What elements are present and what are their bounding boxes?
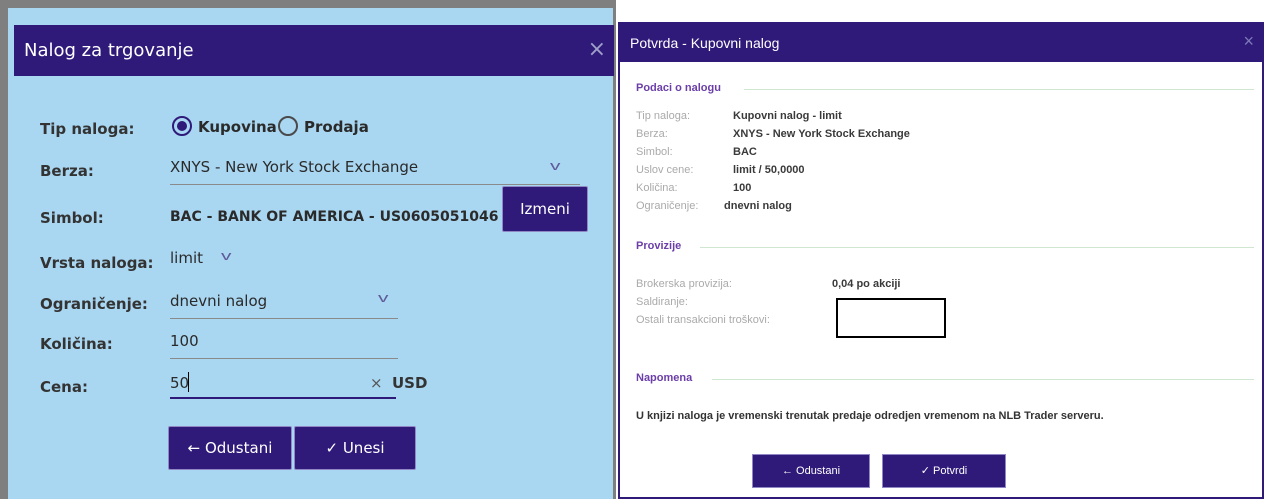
confirm-cancel-label: Odustani xyxy=(796,465,841,477)
order-info-value: XNYS - New York Stock Exchange xyxy=(733,128,910,140)
order-info-label: Simbol: xyxy=(636,146,673,158)
close-icon[interactable]: × xyxy=(588,37,606,62)
confirm-button-label: Potvrdi xyxy=(933,465,968,477)
order-kind-label: Vrsta naloga: xyxy=(40,254,154,272)
section-divider xyxy=(700,247,1254,248)
order-info-label: Uslov cene: xyxy=(636,164,694,176)
chevron-down-icon: v xyxy=(550,158,561,173)
order-info-heading: Podaci o nalogu xyxy=(636,82,721,94)
change-symbol-button[interactable]: Izmeni xyxy=(502,186,588,232)
radio-buy-label[interactable]: Kupovina xyxy=(198,118,277,136)
arrow-left-icon: ← xyxy=(187,439,201,457)
quantity-underline xyxy=(170,358,398,359)
confirm-button[interactable]: ✓ Potvrdi xyxy=(882,454,1006,488)
order-dialog-title: Nalog za trgovanje xyxy=(24,40,194,61)
confirm-dialog: Potvrda - Kupovni nalog × Podaci o nalog… xyxy=(618,22,1264,499)
price-underline xyxy=(170,397,396,399)
exchange-label: Berza: xyxy=(40,162,94,180)
confirm-dialog-title: Potvrda - Kupovni nalog xyxy=(630,35,780,51)
cancel-button-label: Odustani xyxy=(204,439,273,457)
order-info-value: BAC xyxy=(733,146,757,158)
radio-sell[interactable] xyxy=(278,116,298,136)
symbol-value: BAC - BANK OF AMERICA - US0605051046 xyxy=(170,209,499,225)
price-value: 50 xyxy=(170,374,190,392)
section-divider xyxy=(712,379,1254,380)
commission-label: Ostali transakcioni troškovi: xyxy=(636,314,770,326)
order-info-label: Berza: xyxy=(636,128,668,140)
commission-heading: Provizije xyxy=(636,240,682,252)
confirm-dialog-title-bar: Potvrda - Kupovni nalog × xyxy=(620,24,1262,62)
currency-label: USD xyxy=(392,374,428,392)
chevron-down-icon: v xyxy=(221,248,232,263)
arrow-left-icon: ← xyxy=(781,465,793,477)
restriction-value: dnevni nalog xyxy=(170,292,268,310)
redaction-box xyxy=(836,298,946,338)
submit-button[interactable]: ✓ Unesi xyxy=(294,426,416,470)
chevron-down-icon: v xyxy=(378,290,389,305)
exchange-value: XNYS - New York Stock Exchange xyxy=(170,158,419,176)
order-info-value: limit / 50,0000 xyxy=(733,164,805,176)
confirm-cancel-button[interactable]: ← Odustani xyxy=(752,454,870,488)
clear-icon[interactable]: × xyxy=(370,374,383,392)
checkmark-icon: ✓ xyxy=(325,439,339,457)
order-kind-value: limit xyxy=(170,249,203,267)
order-info-value: 100 xyxy=(733,182,752,194)
note-text: U knjizi naloga je vremenski trenutak pr… xyxy=(636,410,1104,422)
symbol-label: Simbol: xyxy=(40,209,104,227)
quantity-label: Količina: xyxy=(40,335,113,353)
order-info-value: Kupovni nalog - limit xyxy=(733,110,842,122)
cancel-button[interactable]: ← Odustani xyxy=(168,426,292,470)
order-dialog-title-bar: Nalog za trgovanje × xyxy=(14,25,614,76)
commission-value: 0,04 po akciji xyxy=(832,278,901,290)
exchange-underline xyxy=(170,184,580,185)
price-label: Cena: xyxy=(40,378,88,396)
order-type-label: Tip naloga: xyxy=(40,120,135,138)
order-info-label: Ograničenje: xyxy=(636,200,699,212)
order-dialog: Nalog za trgovanje × Tip naloga: Kupovin… xyxy=(0,0,616,499)
section-divider xyxy=(744,89,1254,90)
radio-sell-label[interactable]: Prodaja xyxy=(304,118,369,136)
restriction-label: Ograničenje: xyxy=(40,295,148,313)
radio-buy[interactable] xyxy=(172,116,192,136)
commission-label: Saldiranje: xyxy=(636,296,688,308)
checkmark-icon: ✓ xyxy=(920,465,930,477)
close-icon[interactable]: × xyxy=(1243,31,1254,52)
commission-label: Brokerska provizija: xyxy=(636,278,732,290)
order-info-label: Količina: xyxy=(636,182,678,194)
restriction-underline xyxy=(170,318,398,319)
submit-button-label: Unesi xyxy=(342,439,385,457)
order-info-value: dnevni nalog xyxy=(724,200,792,212)
quantity-value: 100 xyxy=(170,332,199,350)
order-info-label: Tip naloga: xyxy=(636,110,691,122)
note-heading: Napomena xyxy=(636,372,693,384)
text-cursor xyxy=(188,372,189,392)
